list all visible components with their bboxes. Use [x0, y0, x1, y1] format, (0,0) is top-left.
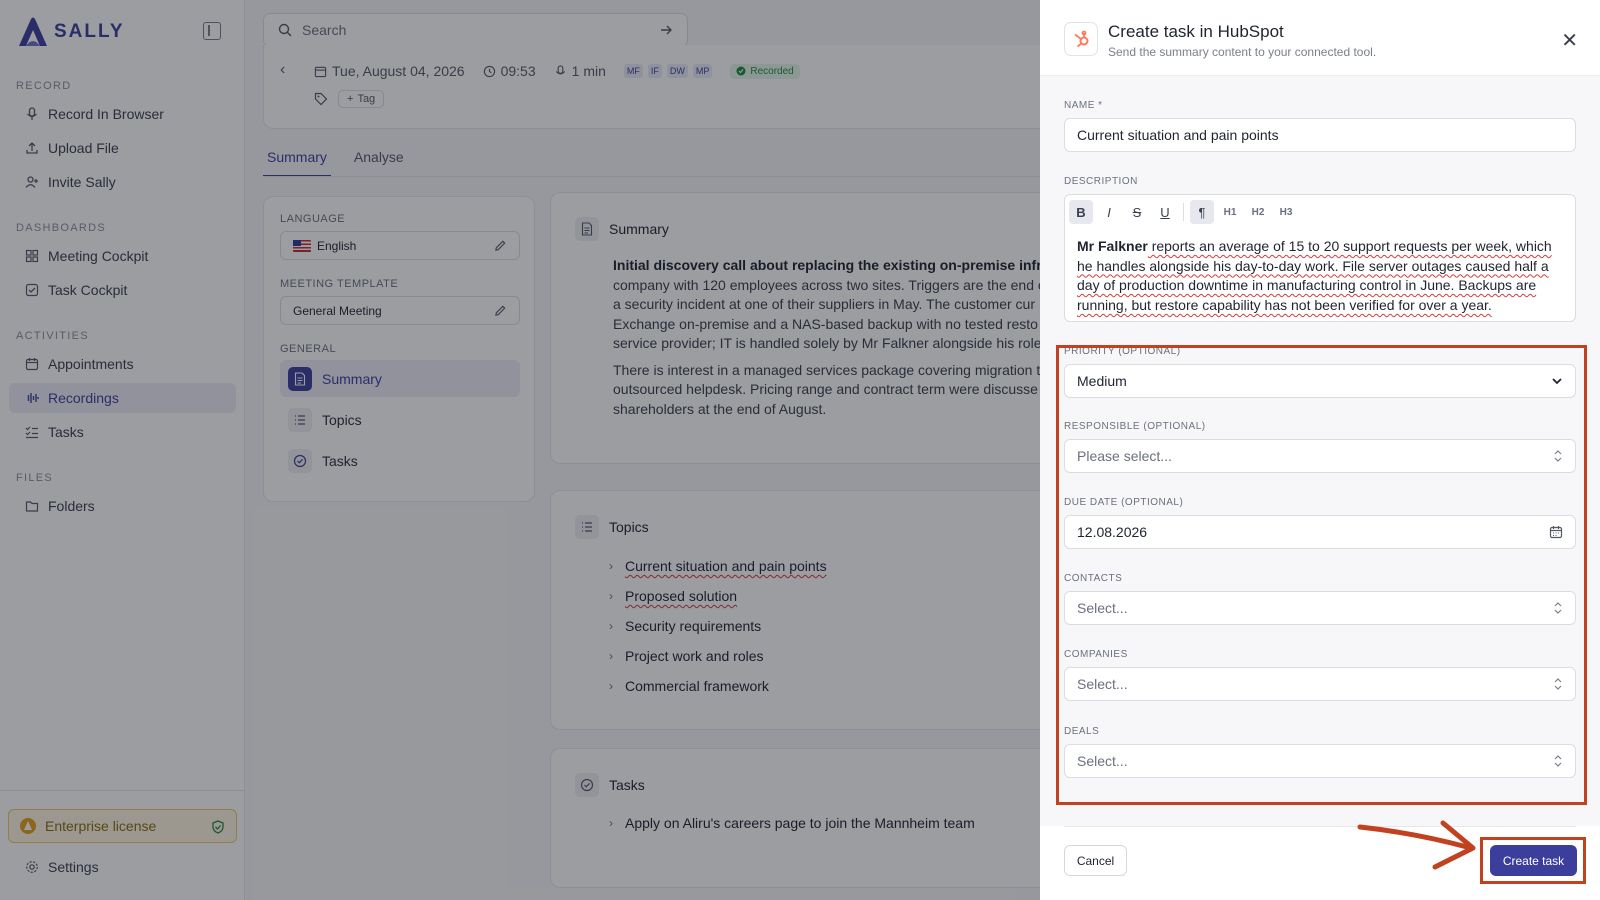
chevron-up-down-icon — [1553, 601, 1563, 615]
responsible-placeholder: Please select... — [1077, 448, 1172, 464]
deals-placeholder: Select... — [1077, 753, 1128, 769]
contacts-select[interactable]: Select... — [1064, 591, 1576, 625]
editor-toolbar: B I S U ¶ H1 H2 H3 — [1069, 199, 1298, 225]
due-date-value: 12.08.2026 — [1077, 524, 1148, 540]
contacts-placeholder: Select... — [1077, 600, 1128, 616]
toolbar-separator — [1183, 203, 1184, 221]
task-name-input[interactable]: Current situation and pain points — [1064, 118, 1576, 152]
description-bold: Mr Falkner — [1077, 238, 1148, 254]
description-label: DESCRIPTION — [1064, 176, 1138, 187]
drawer-footer-divider — [1064, 826, 1576, 827]
italic-button[interactable]: I — [1097, 200, 1121, 224]
companies-select[interactable]: Select... — [1064, 667, 1576, 701]
chevron-up-down-icon — [1553, 677, 1563, 691]
drawer-header: Create task in HubSpot Send the summary … — [1064, 22, 1376, 59]
calendar-icon[interactable] — [1549, 525, 1563, 539]
chevron-up-down-icon — [1553, 449, 1563, 463]
bold-button[interactable]: B — [1069, 200, 1093, 224]
name-label: NAME * — [1064, 100, 1103, 111]
responsible-label: RESPONSIBLE (OPTIONAL) — [1064, 421, 1206, 432]
paragraph-button[interactable]: ¶ — [1190, 200, 1214, 224]
heading-1-button[interactable]: H1 — [1218, 207, 1242, 218]
create-task-drawer: Create task in HubSpot Send the summary … — [1040, 0, 1600, 900]
deals-select[interactable]: Select... — [1064, 744, 1576, 778]
cancel-button[interactable]: Cancel — [1064, 845, 1127, 876]
drawer-subtitle: Send the summary content to your connect… — [1108, 45, 1377, 59]
strikethrough-button[interactable]: S — [1125, 200, 1149, 224]
modal-backdrop[interactable] — [0, 0, 1040, 900]
responsible-select[interactable]: Please select... — [1064, 439, 1576, 473]
companies-label: COMPANIES — [1064, 649, 1128, 660]
heading-2-button[interactable]: H2 — [1246, 207, 1270, 218]
priority-select[interactable]: Medium — [1064, 364, 1576, 398]
description-text: reports an average of 15 to 20 support r… — [1077, 238, 1552, 313]
drawer-form: NAME * Current situation and pain points… — [1040, 76, 1600, 826]
description-content[interactable]: Mr Falkner reports an average of 15 to 2… — [1077, 237, 1567, 315]
drawer-title: Create task in HubSpot — [1108, 22, 1284, 41]
contacts-label: CONTACTS — [1064, 573, 1123, 584]
priority-value: Medium — [1077, 373, 1127, 389]
underline-button[interactable]: U — [1153, 200, 1177, 224]
due-date-input[interactable]: 12.08.2026 — [1064, 515, 1576, 549]
heading-3-button[interactable]: H3 — [1274, 207, 1298, 218]
close-icon[interactable]: ✕ — [1561, 28, 1578, 53]
create-task-button[interactable]: Create task — [1490, 845, 1577, 876]
chevron-down-icon — [1551, 375, 1563, 387]
hubspot-logo-icon — [1064, 22, 1098, 56]
priority-label: PRIORITY (OPTIONAL) — [1064, 346, 1181, 357]
due-date-label: DUE DATE (OPTIONAL) — [1064, 497, 1184, 508]
chevron-up-down-icon — [1553, 754, 1563, 768]
deals-label: DEALS — [1064, 726, 1100, 737]
companies-placeholder: Select... — [1077, 676, 1128, 692]
description-editor[interactable]: B I S U ¶ H1 H2 H3 Mr Falkner reports an… — [1064, 194, 1576, 322]
